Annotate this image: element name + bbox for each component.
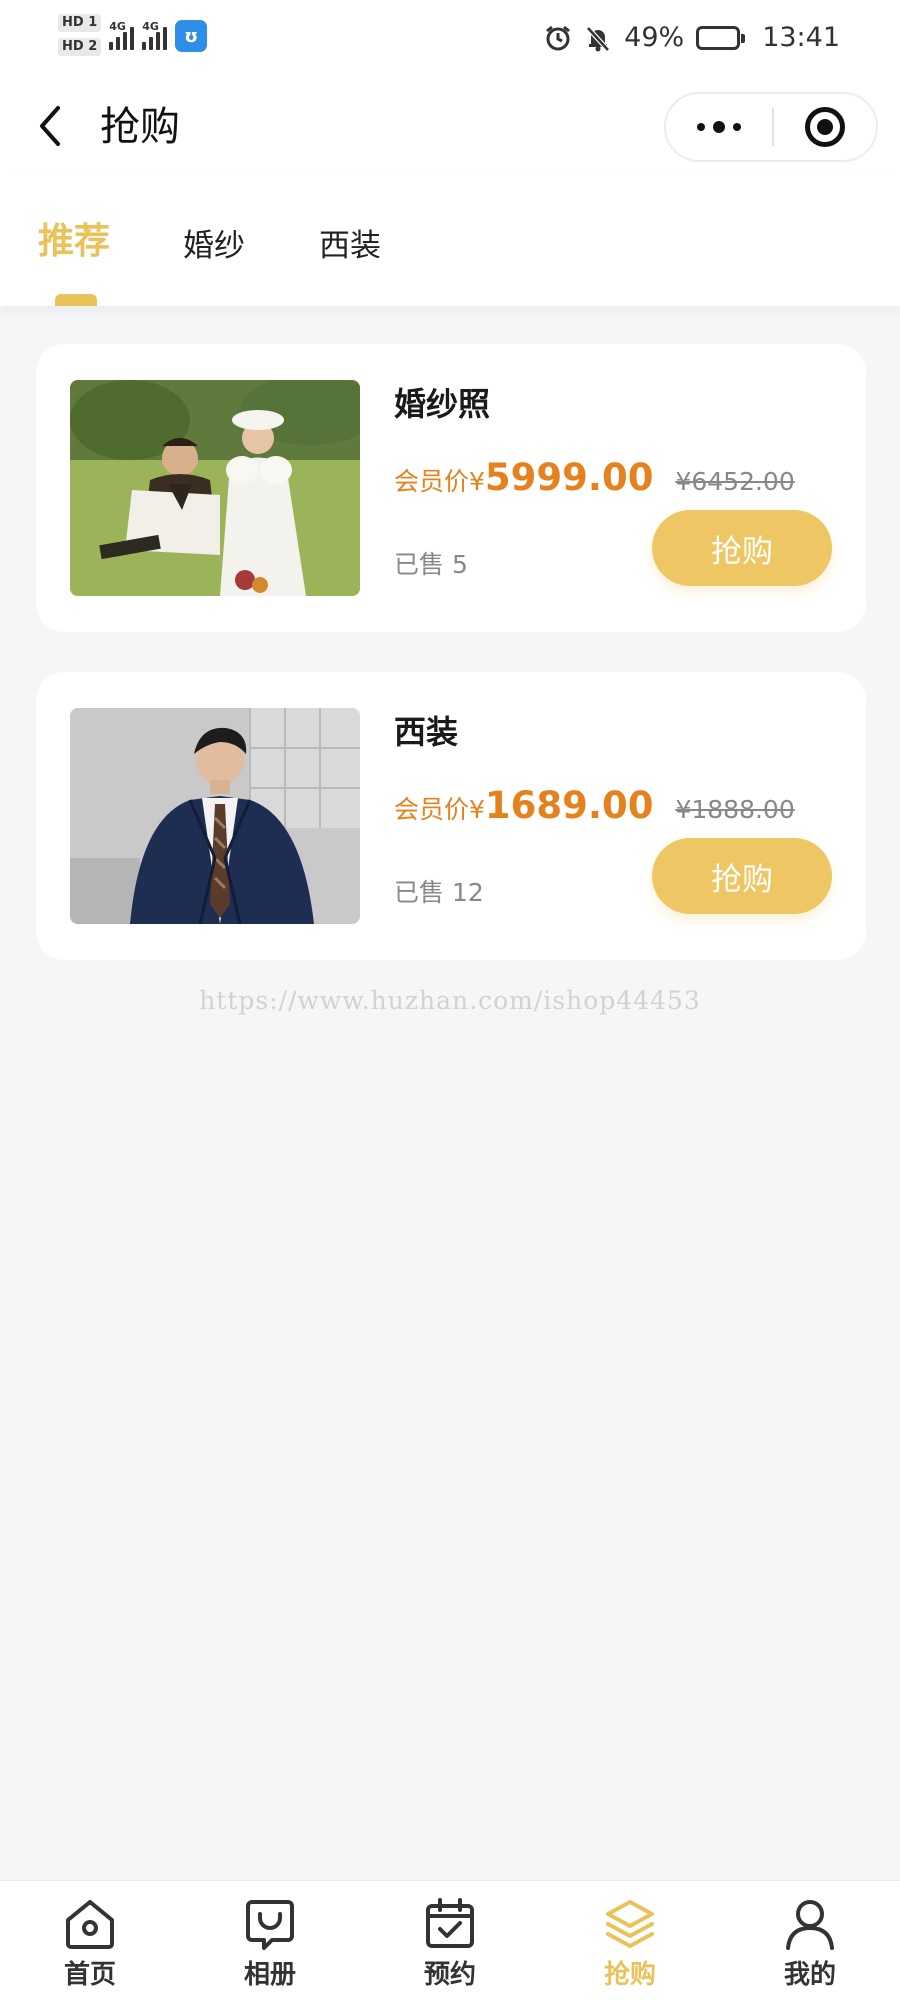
buy-now-button[interactable]: 抢购 <box>652 838 832 914</box>
bottom-tab-bar: 首页 相册 预约 抢购 我的 <box>0 1880 900 2000</box>
user-icon <box>781 1895 839 1953</box>
currency-symbol: ¥ <box>469 795 485 824</box>
hd2-badge: HD 2 <box>58 38 102 56</box>
menu-capsule <box>664 92 878 162</box>
status-bar: HD 1 HD 2 4G 4G ʊ 49% 13:41 <box>0 0 900 80</box>
wedding-photo-image[interactable] <box>70 380 360 596</box>
tabbar-label-booking: 预约 <box>423 1960 476 1990</box>
tabbar-item-album[interactable]: 相册 <box>180 1881 360 2000</box>
tabbar-item-home[interactable]: 首页 <box>0 1881 180 2000</box>
hd1-badge: HD 1 <box>58 14 102 32</box>
sold-count: 已售 5 <box>394 550 468 579</box>
clock-time: 13:41 <box>762 22 840 53</box>
battery-percent: 49% <box>624 22 685 53</box>
mute-bell-icon <box>584 24 612 52</box>
network-type-1: 4G <box>109 20 126 33</box>
calendar-check-icon <box>421 1895 479 1953</box>
tabbar-label-mine: 我的 <box>783 1960 836 1990</box>
product-name: 西装 <box>394 713 459 751</box>
more-dots-icon[interactable] <box>666 94 772 160</box>
navigation-bar: 抢购 <box>0 80 900 176</box>
member-price: 1689.00 <box>484 784 654 827</box>
network-type-2: 4G <box>142 20 159 33</box>
hd-indicators: HD 1 HD 2 <box>58 14 102 56</box>
member-price-label: 会员价 <box>394 467 470 496</box>
home-icon <box>61 1895 119 1953</box>
suit-photo-image[interactable] <box>70 708 360 924</box>
tabbar-item-mine[interactable]: 我的 <box>720 1881 900 2000</box>
layers-icon <box>601 1895 659 1953</box>
tab-suit[interactable]: 西装 <box>319 226 381 266</box>
original-price: ¥1888.00 <box>675 795 795 824</box>
tabbar-label-flash-sale: 抢购 <box>603 1960 656 1990</box>
price-row: 会员价 ¥ 5999.00 ¥6452.00 <box>394 456 795 499</box>
sold-count: 已售 12 <box>394 878 484 907</box>
back-arrow-icon[interactable] <box>30 102 70 150</box>
product-name: 婚纱照 <box>394 385 491 423</box>
member-price: 5999.00 <box>484 456 654 499</box>
target-close-icon[interactable] <box>774 94 876 160</box>
page-title: 抢购 <box>100 104 180 150</box>
active-tab-indicator <box>55 294 97 306</box>
status-left: HD 1 HD 2 4G 4G ʊ <box>58 14 208 56</box>
price-row: 会员价 ¥ 1689.00 ¥1888.00 <box>394 784 795 827</box>
watermark-text: https://www.huzhan.com/ishop44453 <box>199 986 701 1015</box>
tabbar-item-booking[interactable]: 预约 <box>360 1881 540 2000</box>
battery-icon <box>696 25 746 50</box>
member-price-label: 会员价 <box>394 795 470 824</box>
product-card[interactable]: 婚纱照 会员价 ¥ 5999.00 ¥6452.00 已售 5 抢购 <box>36 344 866 632</box>
tabbar-label-album: 相册 <box>243 1960 296 1990</box>
app-notification-icon: ʊ <box>175 20 208 52</box>
tab-wedding-dress[interactable]: 婚纱 <box>183 226 245 266</box>
album-icon <box>241 1895 299 1953</box>
tabbar-label-home: 首页 <box>63 1960 116 1990</box>
original-price: ¥6452.00 <box>675 467 795 496</box>
category-tabs: 推荐 婚纱 西装 <box>0 176 900 306</box>
tabbar-item-flash-sale[interactable]: 抢购 <box>540 1881 720 2000</box>
signal-1-icon: 4G <box>109 14 135 50</box>
alarm-icon <box>544 24 572 52</box>
buy-now-button[interactable]: 抢购 <box>652 510 832 586</box>
product-card[interactable]: 西装 会员价 ¥ 1689.00 ¥1888.00 已售 12 抢购 <box>36 672 866 960</box>
tab-recommend[interactable]: 推荐 <box>38 222 110 262</box>
currency-symbol: ¥ <box>469 467 485 496</box>
signal-2-icon: 4G <box>142 14 168 50</box>
status-right: 49% 13:41 <box>544 22 840 53</box>
